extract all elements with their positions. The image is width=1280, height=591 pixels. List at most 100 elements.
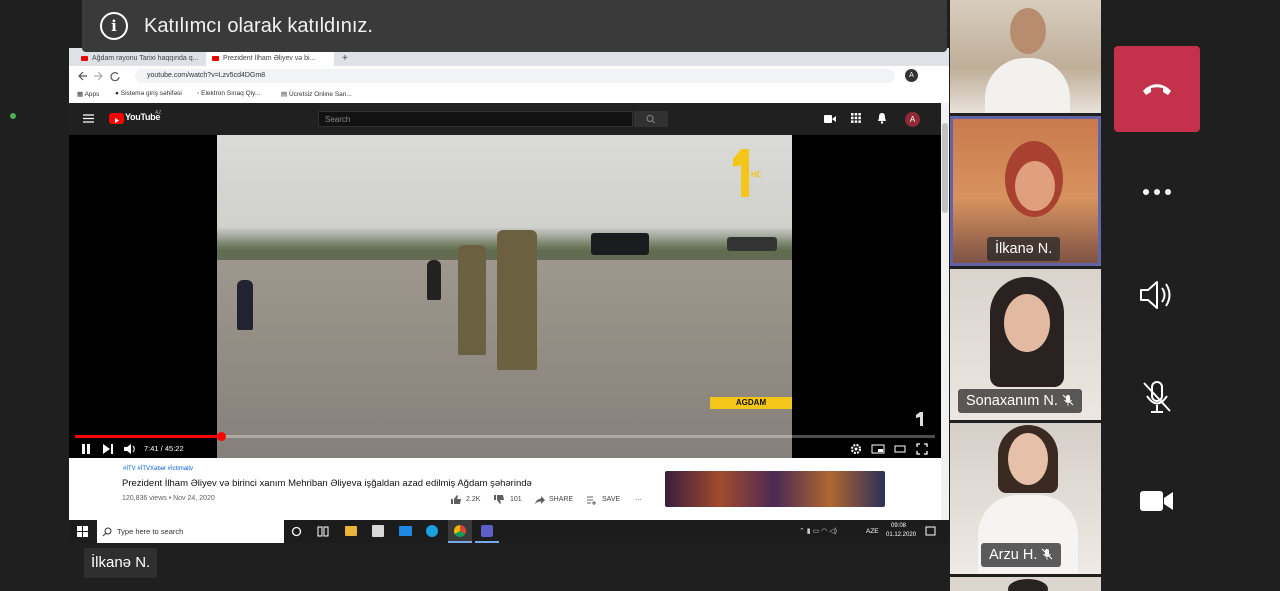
task-view-icon[interactable] [317,526,329,537]
video-frame[interactable]: HD AGDAM [217,135,792,458]
store-icon[interactable] [372,525,384,537]
next-icon[interactable] [102,443,114,455]
youtube-search-input[interactable]: Search [318,111,633,127]
svg-text:HD: HD [751,170,761,179]
save-button[interactable]: SAVE [602,496,620,503]
person [497,230,537,370]
progress-fill [75,435,222,438]
vehicle [727,237,777,251]
youtube-logo-icon[interactable] [109,113,124,124]
create-video-icon[interactable] [824,114,836,124]
menu-icon[interactable] [83,114,94,123]
youtube-header: YouTube AZ Search A [69,103,941,135]
mic-muted-icon [1042,548,1053,560]
bookmarks-bar: ▦ Apps ● Sistemə giriş səhifəsi ◦ Elektr… [69,86,949,102]
profile-avatar[interactable]: A [905,69,918,82]
microphone-muted-icon[interactable] [1135,375,1179,419]
more-actions-button[interactable]: ... [635,493,642,502]
participant-video [1004,294,1050,352]
bell-icon[interactable] [877,112,887,124]
participant-tile[interactable] [950,577,1101,591]
video-player[interactable]: HD AGDAM 7:41 / 45:22 [69,135,941,458]
participant-name: Arzu H. [981,543,1062,567]
location-caption: AGDAM [710,397,792,409]
person [458,245,486,355]
nav-arrows-icon[interactable] [77,71,121,81]
page-scrollbar[interactable] [941,103,949,520]
mail-icon[interactable] [399,526,412,536]
notification-banner: i Katılımcı olarak katıldınız. [82,0,947,52]
settings-gear-icon[interactable] [850,443,862,455]
search-button[interactable] [634,111,668,127]
browser-tab-active[interactable]: Prezident İlham Əliyev və bi... [206,50,334,66]
youtube-avatar[interactable]: A [905,112,920,127]
hashtags[interactable]: #İTV #İTVXəbər #İctimaitv [123,466,193,472]
speaker-icon[interactable] [1135,273,1179,317]
file-explorer-icon[interactable] [345,526,357,536]
mic-muted-icon [1062,394,1074,406]
taskbar-time[interactable]: 09:08 [891,523,906,529]
action-center-icon[interactable] [925,526,936,537]
participant-video [1008,579,1048,591]
time-display: 7:41 / 45:22 [144,444,184,453]
dislike-count: 101 [510,496,522,503]
share-icon[interactable] [534,495,546,505]
teams-icon [481,525,493,537]
ad-banner[interactable] [665,471,885,507]
video-title: Prezident İlham Əliyev və birinci xanım … [122,478,532,489]
url-input[interactable]: youtube.com/watch?v=Lzv5cd4DGm8 [135,69,895,83]
person [237,280,253,330]
apps-grid-icon[interactable] [851,113,861,123]
pause-icon[interactable] [81,443,91,455]
teams-task[interactable] [475,520,499,543]
scrollbar-thumb[interactable] [942,123,948,213]
chrome-task[interactable] [448,520,472,543]
bookmark-apps[interactable]: ▦ Apps [77,90,99,98]
new-tab-icon[interactable]: + [339,50,353,66]
dislike-icon[interactable] [493,494,505,505]
vehicle [591,233,649,255]
hang-up-button[interactable] [1114,46,1200,132]
share-button[interactable]: SHARE [549,496,573,503]
participant-tile[interactable] [950,0,1101,113]
like-count: 2.2K [466,496,481,503]
channel-logo-icon: HD [733,149,761,197]
theater-mode-icon[interactable] [894,445,906,453]
shared-screen: Ağdam rayonu Tarixi haqqında q... Prezid… [69,48,949,543]
participant-video [985,58,1070,113]
bookmark-item[interactable]: ◦ Elektron Sınaq Qiy... [197,90,260,97]
like-icon[interactable] [450,494,462,505]
participant-video [1010,8,1046,54]
taskbar-date[interactable]: 01.12.2020 [886,532,916,538]
participant-tile[interactable]: Sonaxanım N. [950,269,1101,420]
browser-tab[interactable]: Ağdam rayonu Tarixi haqqında q... [75,50,203,66]
camera-icon[interactable] [1135,479,1179,523]
participant-name: Sonaxanım N. [958,389,1082,413]
save-playlist-icon[interactable] [586,495,598,505]
more-options-icon[interactable] [1135,170,1179,214]
edge-icon[interactable] [426,525,438,537]
tray-icons[interactable]: ⌃ ▮ ▭ ◠ ◁) [799,527,837,535]
bookmark-item[interactable]: ▤ Ücretsiz Online San... [281,90,352,98]
info-icon: i [100,12,128,40]
search-icon [102,527,112,537]
participant-tile-active[interactable]: İlkanə N. [950,116,1101,266]
taskbar-search-input[interactable]: Type here to search [97,520,284,543]
watermark-logo-icon [916,412,923,426]
status-dot [10,113,16,119]
windows-start-icon[interactable] [77,526,88,537]
youtube-favicon-icon [212,55,219,61]
bookmark-item[interactable]: ● Sistemə giriş səhifəsi [115,90,182,97]
participant-video [1008,433,1048,485]
participant-video [1015,161,1055,211]
input-language[interactable]: AZE [866,528,879,535]
search-icon [646,115,655,124]
cortana-icon[interactable] [291,526,302,537]
windows-taskbar: Type here to search ⌃ ▮ ▭ ◠ ◁) AZE 09:08… [69,520,949,543]
participant-tile[interactable]: Arzu H. [950,423,1101,574]
address-bar: youtube.com/watch?v=Lzv5cd4DGm8 A [69,66,949,87]
youtube-favicon-icon [81,55,88,61]
fullscreen-icon[interactable] [916,443,928,455]
volume-icon[interactable] [123,443,137,455]
miniplayer-icon[interactable] [871,444,885,454]
